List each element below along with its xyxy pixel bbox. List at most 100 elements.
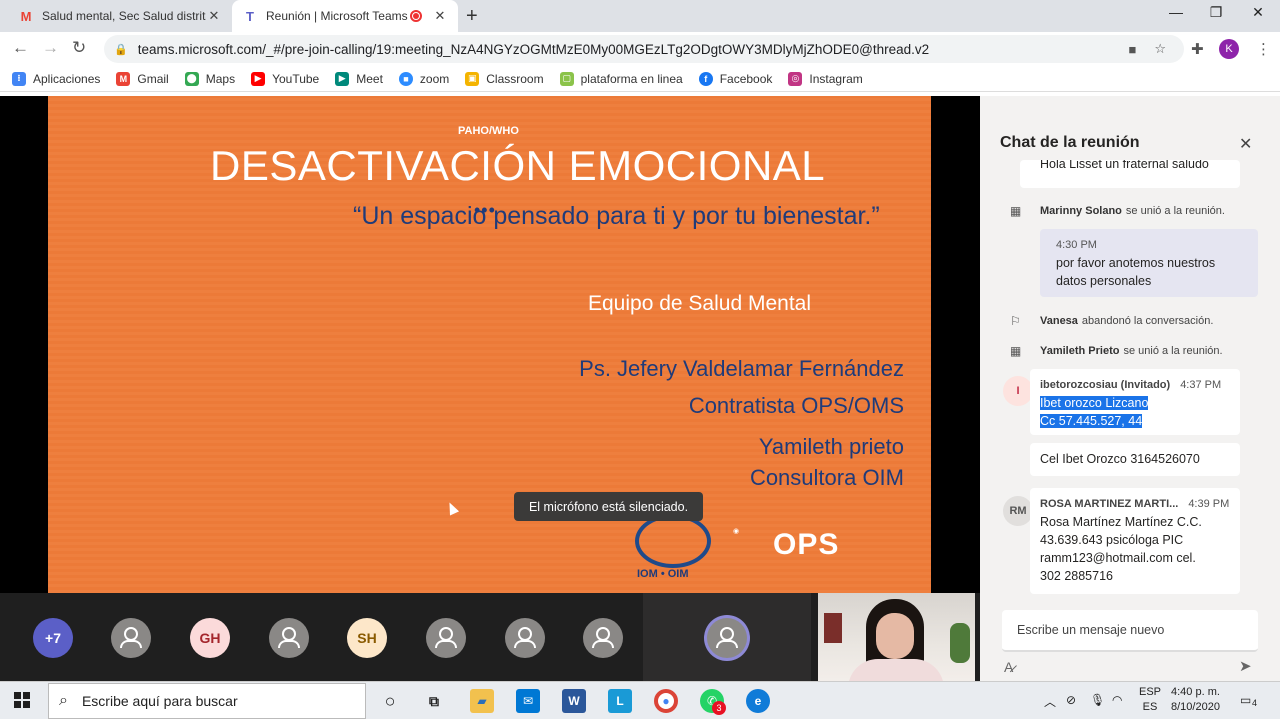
profile-avatar[interactable]: K: [1219, 39, 1239, 59]
clock[interactable]: 4:40 p. m. 8/10/2020: [1171, 685, 1220, 715]
event-join: ▦ Yamileth Prieto se unió a la reunión.: [1010, 344, 1223, 358]
bookmark-label: Instagram: [809, 71, 863, 86]
iom-logo: IOM • OIM: [631, 514, 715, 584]
close-window-button[interactable]: ✕: [1238, 4, 1278, 21]
slide-team: Equipo de Salud Mental: [588, 292, 811, 315]
bookmark-label: Classroom: [486, 71, 544, 86]
slide-subtitle: “Un espacio pensado para ti y por tu bie…: [353, 202, 880, 230]
bookmark-apps[interactable]: ⁝ Aplicaciones: [12, 71, 100, 86]
bookmark-plataforma[interactable]: ▢ plataforma en linea: [559, 71, 683, 86]
input-language[interactable]: ESP ES: [1139, 685, 1161, 715]
close-tab-icon[interactable]: ✕: [206, 8, 222, 24]
chat-message: ibetorozcosiau (Invitado) 4:37 PM Ibet or…: [1030, 369, 1240, 435]
sender-avatar: I: [1003, 376, 1033, 406]
active-speaker-tile[interactable]: [643, 593, 811, 681]
participant-avatar[interactable]: [426, 618, 466, 658]
new-tab-button[interactable]: +: [466, 5, 478, 28]
camera-icon[interactable]: ■: [1128, 42, 1136, 57]
participant-avatar: [707, 618, 747, 658]
participant-avatar[interactable]: SH: [347, 618, 387, 658]
slide-presenter-1-role: Contratista OPS/OMS: [688, 393, 904, 418]
menu-icon[interactable]: ⋮: [1256, 40, 1271, 58]
tab-teams[interactable]: T Reunión | Microsoft Teams ✕: [232, 0, 458, 32]
search-placeholder: Escribe aquí para buscar: [81, 693, 238, 709]
back-icon[interactable]: ←: [12, 38, 29, 58]
file-explorer-icon[interactable]: ▰: [470, 689, 494, 713]
windows-start-icon[interactable]: [14, 692, 30, 708]
address-bar[interactable]: 🔒 teams.microsoft.com/_#/pre-join-callin…: [104, 35, 1184, 63]
event-leave: ⚐ Vanesa abandonó la conversación.: [1010, 314, 1214, 328]
participant-avatar[interactable]: [111, 618, 151, 658]
page-icon: ▢: [559, 71, 574, 86]
taskbar-search[interactable]: ⌕ Escribe aquí para buscar: [48, 683, 366, 719]
instagram-icon: ◎: [788, 71, 803, 86]
slide-org: PAHO/WHO: [458, 125, 519, 137]
participant-avatar[interactable]: GH: [190, 618, 230, 658]
bookmark-label: Meet: [356, 71, 383, 86]
chat-compose-input[interactable]: Escribe un mensaje nuevo: [1002, 610, 1258, 652]
teams-icon: T: [246, 8, 254, 24]
slide-presenter-2-role: Consultora OIM: [749, 465, 904, 490]
send-icon[interactable]: ➤: [1239, 657, 1252, 675]
url-text: teams.microsoft.com/_#/pre-join-calling/…: [137, 41, 930, 57]
browser-toolbar: ← → ↻ 🔒 teams.microsoft.com/_#/pre-join-…: [0, 32, 1280, 66]
participant-avatar[interactable]: [505, 618, 545, 658]
bookmark-meet[interactable]: ▶ Meet: [335, 71, 383, 86]
wifi-icon[interactable]: ◠: [1112, 693, 1122, 707]
lock-icon: 🔒: [114, 43, 128, 56]
bookmark-label: Facebook: [719, 71, 773, 86]
chat-message: Cel Ibet Orozco 3164526070: [1030, 443, 1240, 476]
windows-taskbar: ⌕ Escribe aquí para buscar ○ ⧉ ▰ ✉ W L ●…: [0, 681, 1280, 719]
bookmark-classroom[interactable]: ▣ Classroom: [465, 71, 544, 86]
shared-slide: PAHO/WHO DESACTIVACIÓN EMOCIONAL ••• “Un…: [48, 96, 931, 593]
chat-title: Chat de la reunión: [1000, 134, 1140, 151]
slide-presenter-1: Ps. Jefery Valdelamar Fernández: [579, 356, 904, 381]
bookmark-label: YouTube: [272, 71, 320, 86]
tab-gmail[interactable]: M Salud mental, Sec Salud distrital - ✕: [8, 0, 232, 32]
microphone-icon[interactable]: 🎙: [1090, 693, 1105, 707]
browser-tab-strip: M Salud mental, Sec Salud distrital - ✕ …: [0, 0, 1280, 32]
participant-avatar[interactable]: [269, 618, 309, 658]
bookmark-facebook[interactable]: f Facebook: [698, 71, 773, 86]
task-view-icon[interactable]: ⧉: [422, 689, 446, 713]
gmail-icon: M: [116, 71, 131, 86]
gmail-icon: M: [20, 8, 32, 24]
bookmark-star-icon[interactable]: ☆: [1154, 41, 1166, 57]
word-icon[interactable]: W: [562, 689, 586, 713]
more-participants-badge[interactable]: +7: [33, 618, 73, 658]
app-l-icon[interactable]: L: [608, 689, 632, 713]
format-text-icon[interactable]: A̷: [1004, 659, 1013, 675]
person-leave-icon: ⚐: [1010, 314, 1021, 328]
bookmark-zoom[interactable]: ■ zoom: [398, 71, 450, 86]
minimize-button[interactable]: —: [1156, 4, 1196, 20]
slide-title: DESACTIVACIÓN EMOCIONAL: [210, 142, 826, 189]
cortana-icon[interactable]: ○: [378, 689, 402, 713]
extensions-icon[interactable]: ✚: [1191, 40, 1204, 58]
apps-grid-icon: ⁝: [12, 71, 26, 86]
close-chat-icon[interactable]: ✕: [1239, 134, 1252, 154]
maximize-button[interactable]: ❐: [1196, 4, 1236, 21]
search-icon: ⌕: [59, 692, 68, 709]
bookmarks-bar: ⁝ Aplicaciones M Gmail ⬤ Maps ▶ YouTube ▶ Mee…: [0, 66, 1280, 92]
bookmark-gmail[interactable]: M Gmail: [116, 71, 169, 86]
forward-icon[interactable]: →: [42, 38, 59, 58]
notification-count: 4: [1252, 698, 1258, 708]
chrome-icon[interactable]: ●: [654, 689, 678, 713]
edge-icon[interactable]: e: [746, 689, 770, 713]
notifications-icon[interactable]: ▭: [1240, 693, 1251, 707]
my-chat-message: 4:30 PM por favor anotemos nuestros dato…: [1040, 229, 1258, 297]
event-join: ▦ Marinny Solano se unió a la reunión.: [1010, 204, 1225, 218]
sync-off-icon[interactable]: ⊘: [1066, 693, 1076, 707]
mail-icon[interactable]: ✉: [516, 689, 540, 713]
reload-icon[interactable]: ↻: [72, 38, 86, 58]
chevron-up-icon[interactable]: ︿: [1044, 693, 1056, 710]
bookmark-youtube[interactable]: ▶ YouTube: [251, 71, 320, 86]
meeting-chat-panel: Chat de la reunión ✕ Hola Lisset un frat…: [980, 96, 1280, 681]
participant-avatar[interactable]: [583, 618, 623, 658]
bookmark-label: zoom: [419, 71, 450, 86]
meet-icon: ▶: [335, 71, 350, 86]
close-tab-icon[interactable]: ✕: [432, 8, 448, 24]
mute-toast: El micrófono está silenciado.: [514, 492, 703, 521]
bookmark-instagram[interactable]: ◎ Instagram: [788, 71, 863, 86]
bookmark-maps[interactable]: ⬤ Maps: [184, 71, 235, 86]
